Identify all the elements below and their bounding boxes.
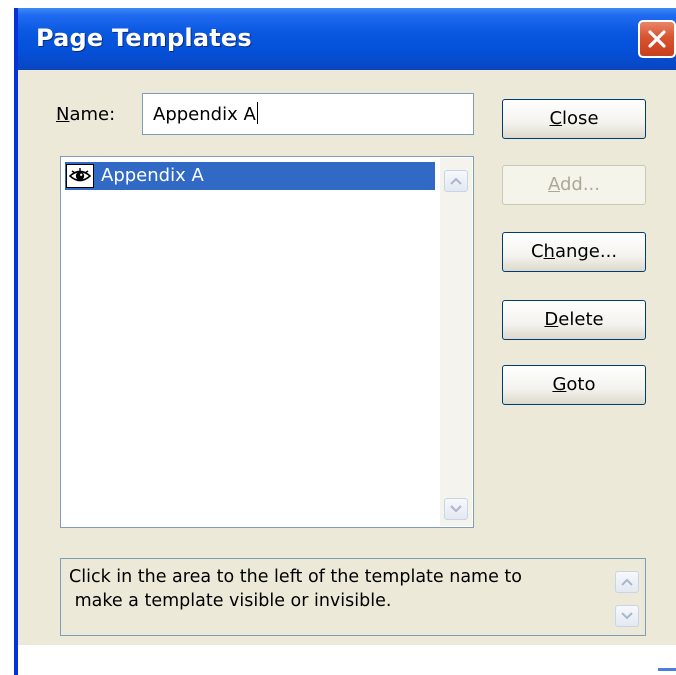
page-templates-dialog: Page Templates Name: Appendix A Appendix… [14, 8, 676, 675]
close-x-icon [648, 30, 666, 48]
status-line-2: make a template visible or invisible. [69, 591, 392, 611]
status-scrollbar[interactable] [615, 571, 641, 631]
status-scroll-down-button[interactable] [615, 605, 639, 627]
status-help-box: Click in the area to the left of the tem… [60, 558, 646, 636]
change-button[interactable]: Change... [502, 232, 646, 272]
template-name-input[interactable]: Appendix A [142, 93, 474, 135]
close-window-button[interactable] [638, 20, 676, 58]
list-scrollbar[interactable] [440, 158, 472, 526]
delete-button[interactable]: Delete [502, 300, 646, 340]
template-name-label: Appendix A [101, 165, 204, 186]
add-button[interactable]: Add... [502, 165, 646, 205]
status-line-1: Click in the area to the left of the tem… [69, 567, 523, 587]
text-caret [256, 102, 258, 124]
name-label: Name: [56, 104, 116, 125]
goto-button[interactable]: Goto [502, 365, 646, 405]
dialog-title: Page Templates [36, 24, 252, 52]
bottom-margin [18, 645, 676, 675]
scroll-down-button[interactable] [444, 498, 468, 520]
status-scroll-up-button[interactable] [615, 571, 639, 593]
templates-list[interactable]: Appendix A [60, 156, 474, 528]
title-bar[interactable]: Page Templates [18, 8, 676, 70]
close-button[interactable]: Close [502, 99, 646, 139]
list-item[interactable]: Appendix A [65, 162, 435, 190]
arrow-up-icon [450, 177, 462, 185]
status-text: Click in the area to the left of the tem… [69, 565, 589, 613]
eye-icon [68, 168, 92, 182]
corner-mark [658, 668, 676, 671]
arrow-up-icon [621, 578, 633, 586]
arrow-down-icon [450, 505, 462, 513]
template-name-value: Appendix A [153, 104, 256, 125]
scroll-up-button[interactable] [444, 170, 468, 192]
visibility-toggle[interactable] [66, 164, 94, 188]
arrow-down-icon [621, 612, 633, 620]
